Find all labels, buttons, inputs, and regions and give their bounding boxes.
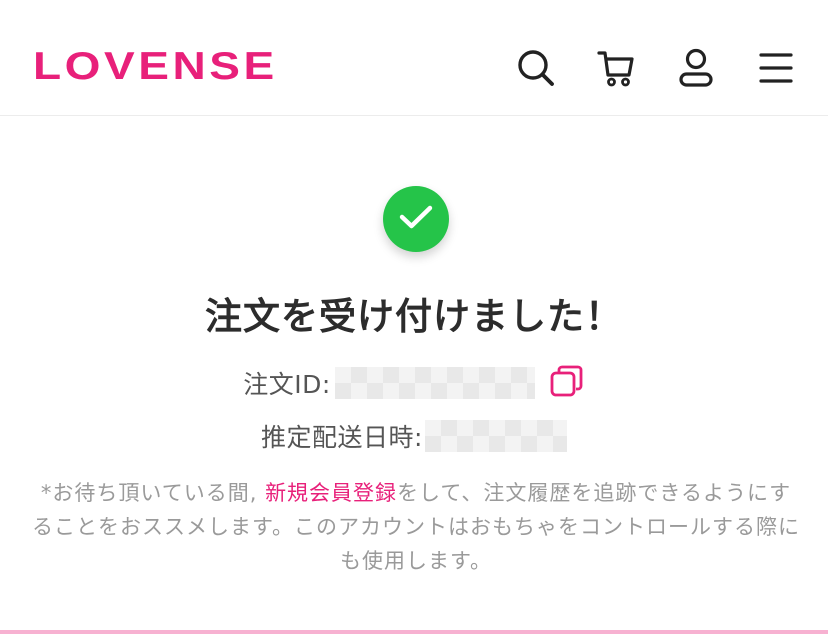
order-id-row: 注文ID: — [0, 363, 828, 403]
search-button[interactable] — [510, 42, 562, 94]
cart-icon — [596, 48, 636, 88]
order-confirmation-page: LOVENSE 注文を受け付けました！ 注文ID: 推定配送日時: *お待ち頂い… — [0, 0, 828, 634]
shipping-date-label: 推定配送日時: — [261, 423, 423, 452]
check-icon — [399, 204, 433, 234]
signup-note: *お待ち頂いている間, 新規会員登録をして、注文履歴を追跡できるようにすることを… — [30, 476, 802, 578]
footer-divider — [0, 630, 828, 634]
order-id-value-redacted — [334, 367, 535, 399]
note-prefix: *お待ち頂いている間, — [40, 481, 266, 505]
menu-icon — [759, 52, 793, 84]
search-icon — [517, 49, 555, 87]
lovense-logo[interactable]: LOVENSE — [33, 40, 333, 94]
register-link[interactable]: 新規会員登録 — [265, 481, 397, 505]
order-id-label: 注文ID: — [243, 370, 331, 399]
header: LOVENSE — [0, 0, 828, 116]
page-title: 注文を受け付けました！ — [205, 295, 623, 338]
account-button[interactable] — [670, 42, 722, 94]
success-badge — [383, 186, 449, 252]
shipping-date-value-redacted — [424, 420, 567, 452]
menu-button[interactable] — [750, 42, 802, 94]
cart-button[interactable] — [590, 42, 642, 94]
copy-icon — [550, 364, 584, 402]
user-icon — [678, 48, 714, 88]
shipping-date-row: 推定配送日時: — [0, 416, 828, 456]
copy-order-id-button[interactable] — [549, 365, 585, 401]
